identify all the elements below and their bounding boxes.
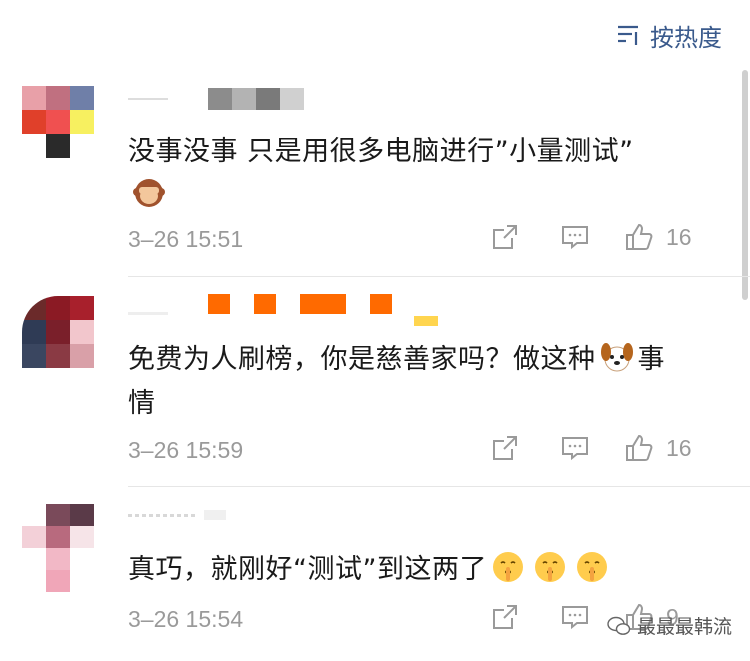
comment-time: 3–26 15:59 xyxy=(128,437,244,463)
share-icon xyxy=(493,605,517,629)
scrollbar[interactable] xyxy=(742,70,748,300)
share-button[interactable] xyxy=(490,433,520,463)
share-icon xyxy=(493,436,517,460)
username-blurred[interactable] xyxy=(128,506,248,530)
comment-time: 3–26 15:51 xyxy=(128,226,244,252)
thumbs-up-icon xyxy=(626,434,653,461)
see-no-evil-monkey-icon xyxy=(133,179,165,207)
comment-text-part: 情 xyxy=(128,388,156,419)
avatar[interactable] xyxy=(22,296,94,368)
divider xyxy=(128,276,750,277)
like-count: 16 xyxy=(666,223,692,250)
sort-label: 按热度 xyxy=(650,23,722,52)
like-count: 16 xyxy=(666,434,692,461)
comment-text: 没事没事 只是用很多电脑进行”小量测试” xyxy=(128,130,720,218)
comment-text-part: 事 xyxy=(637,344,665,375)
comment-text: 免费为人刷榜，你是慈善家吗？做这种 事 情 xyxy=(128,338,720,426)
shushing-face-icon xyxy=(492,552,523,582)
comment-icon xyxy=(562,606,588,630)
comment-text: 真巧，就刚好“测试”到这两了 xyxy=(128,548,720,592)
share-icon xyxy=(493,225,517,249)
comment-button[interactable] xyxy=(560,433,590,463)
watermark-label: 最最最韩流 xyxy=(636,616,732,638)
shushing-face-icon xyxy=(576,552,607,582)
share-button[interactable] xyxy=(490,602,520,632)
divider xyxy=(128,486,750,487)
comment-button[interactable] xyxy=(560,602,590,632)
watermark: 最最最韩流 xyxy=(607,612,732,639)
shushing-face-icon xyxy=(534,552,565,582)
comment-time: 3–26 15:54 xyxy=(128,606,244,632)
comment-icon xyxy=(562,437,588,461)
sort-by-heat-button[interactable]: 按热度 xyxy=(616,18,722,52)
like-button[interactable]: 16 xyxy=(624,433,692,463)
dog-face-icon xyxy=(600,343,633,372)
thumbs-up-icon xyxy=(626,223,653,250)
comment-text-part: 没事没事 只是用很多电脑进行”小量测试” xyxy=(128,136,634,167)
comment-text-part: 免费为人刷榜，你是慈善家吗？做这种 xyxy=(128,344,596,375)
wechat-icon xyxy=(607,616,631,635)
sort-icon xyxy=(618,25,638,45)
username-blurred[interactable] xyxy=(128,88,308,112)
comment-icon xyxy=(562,226,588,250)
avatar[interactable] xyxy=(22,504,94,592)
comment-text-part: 真巧，就刚好“测试”到这两了 xyxy=(128,554,487,585)
like-button[interactable]: 16 xyxy=(624,222,692,252)
avatar[interactable] xyxy=(22,86,94,158)
share-button[interactable] xyxy=(490,222,520,252)
comment-button[interactable] xyxy=(560,222,590,252)
username-blurred[interactable] xyxy=(128,294,448,326)
